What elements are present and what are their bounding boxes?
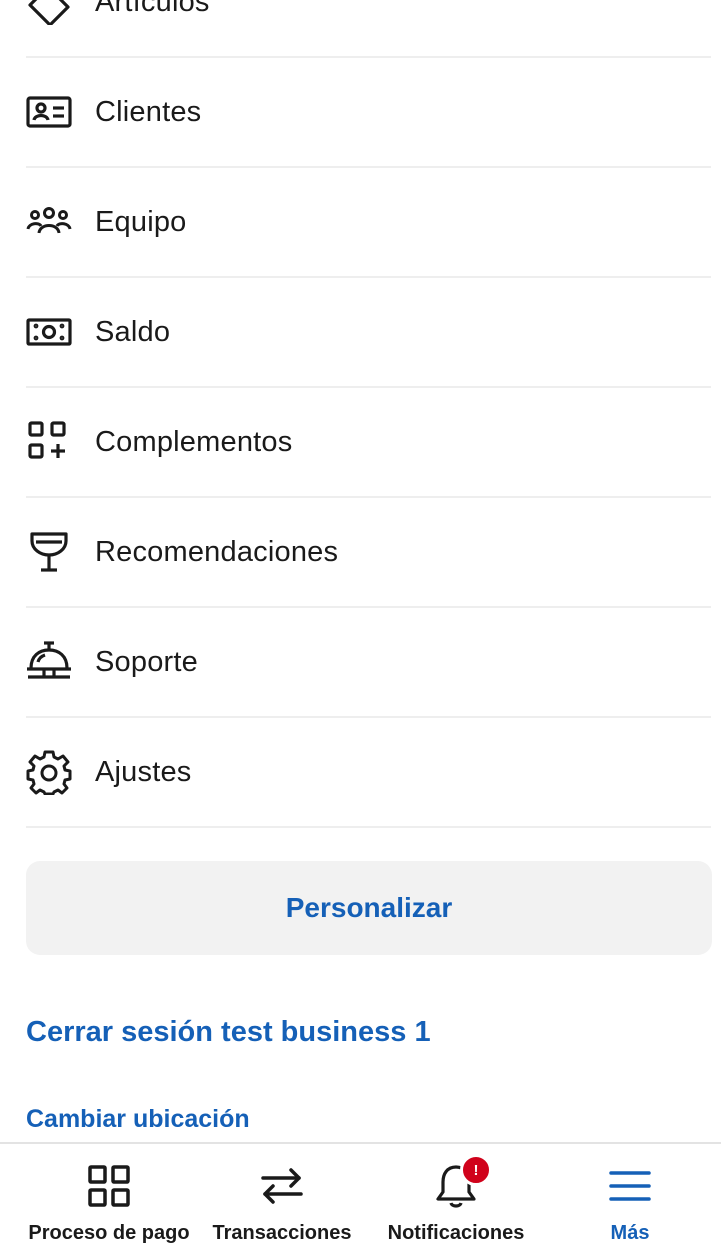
personalize-button[interactable]: Personalizar <box>26 861 712 955</box>
tab-transacciones[interactable]: Transacciones <box>212 1144 352 1250</box>
menu-item-clientes[interactable]: Clientes <box>26 58 711 168</box>
tag-icon <box>26 0 72 25</box>
notification-badge: ! <box>460 1154 492 1186</box>
bottom-tab-bar: Proceso de pago Transacciones ! Notifica… <box>0 1142 721 1250</box>
menu-item-label: Clientes <box>95 95 202 128</box>
add-ons-icon <box>26 419 72 465</box>
swap-arrows-icon <box>258 1162 306 1210</box>
menu-list: Artículos Clientes Equipo Saldo Compleme… <box>26 0 711 828</box>
tab-label: Notificaciones <box>387 1222 525 1244</box>
menu-item-soporte[interactable]: Soporte <box>26 608 711 718</box>
hamburger-icon <box>606 1162 654 1210</box>
menu-item-label: Complementos <box>95 425 293 458</box>
menu-item-articulos[interactable]: Artículos <box>26 0 711 58</box>
menu-item-equipo[interactable]: Equipo <box>26 168 711 278</box>
menu-item-label: Equipo <box>95 205 187 238</box>
tab-label: Proceso de pago <box>28 1222 190 1244</box>
signout-link[interactable]: Cerrar sesión test business 1 <box>26 1016 431 1049</box>
menu-item-label: Saldo <box>95 315 171 348</box>
tab-mas[interactable]: Más <box>580 1144 680 1250</box>
gear-icon <box>26 749 72 795</box>
menu-item-label: Artículos <box>95 0 210 18</box>
menu-item-label: Soporte <box>95 645 198 678</box>
menu-item-complementos[interactable]: Complementos <box>26 388 711 498</box>
tab-notificaciones[interactable]: ! Notificaciones <box>386 1144 526 1250</box>
tab-proceso-de-pago[interactable]: Proceso de pago <box>28 1144 190 1250</box>
bell-icon: ! <box>432 1154 492 1210</box>
tab-label: Más <box>610 1222 650 1244</box>
menu-item-label: Recomendaciones <box>95 535 339 568</box>
tab-label: Transacciones <box>212 1222 352 1244</box>
banknote-icon <box>26 309 72 355</box>
team-icon <box>26 199 72 245</box>
service-bell-icon <box>26 639 72 685</box>
menu-item-recomendaciones[interactable]: Recomendaciones <box>26 498 711 608</box>
trophy-icon <box>26 529 72 575</box>
change-location-link[interactable]: Cambiar ubicación <box>26 1105 250 1134</box>
menu-item-ajustes[interactable]: Ajustes <box>26 718 711 828</box>
contact-card-icon <box>26 89 72 135</box>
menu-item-saldo[interactable]: Saldo <box>26 278 711 388</box>
grid-icon <box>85 1162 133 1210</box>
menu-item-label: Ajustes <box>95 755 192 788</box>
